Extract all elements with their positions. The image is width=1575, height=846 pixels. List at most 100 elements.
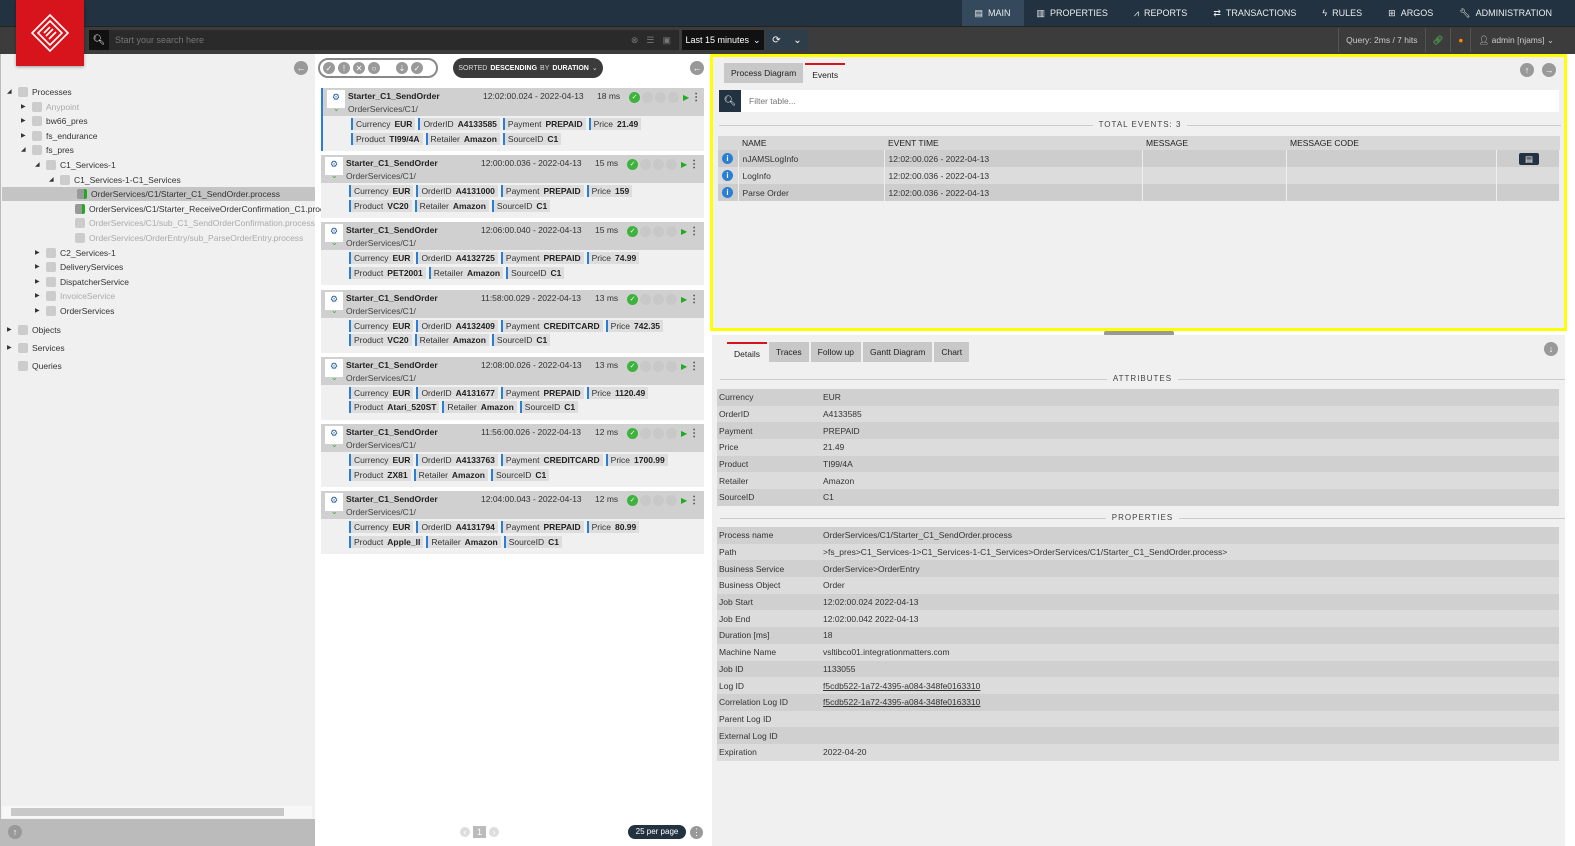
save-icon[interactable]: ▣ xyxy=(662,35,671,46)
tree-item[interactable]: Queries xyxy=(7,359,62,373)
pin-filter-icon[interactable]: ⇣ xyxy=(396,62,408,74)
horizontal-scrollbar[interactable] xyxy=(2,806,312,818)
tab-events[interactable]: Events xyxy=(805,63,846,83)
transaction-item[interactable]: ⚙ Starter_C1_SendOrder ⌄ OrderServices/C1/1… xyxy=(321,356,704,420)
refresh-icon[interactable]: ⟳ xyxy=(772,35,780,46)
tree-item[interactable]: ▶ InvoiceService xyxy=(35,289,115,303)
column-header[interactable]: MESSAGE CODE xyxy=(1286,136,1496,150)
collapse-left-button[interactable]: ← xyxy=(294,61,308,75)
tree-item[interactable]: OrderServices/C1/Starter_C1_SendOrder.pr… xyxy=(2,187,315,202)
chevron-down-icon[interactable]: ⌄ xyxy=(331,306,338,315)
caret-right-icon[interactable]: ▶ xyxy=(21,129,28,143)
column-header[interactable]: MESSAGE xyxy=(1142,136,1286,150)
transaction-item[interactable]: ⚙ Starter_C1_SendOrder ⌄ OrderServices/C1/1… xyxy=(321,491,704,555)
search-input[interactable] xyxy=(109,35,631,45)
caret-right-icon[interactable]: ▶ xyxy=(7,341,14,355)
tree-item[interactable]: ▶ Objects xyxy=(7,323,61,337)
more-icon[interactable]: ⋮ xyxy=(689,361,699,372)
clear-icon[interactable]: ⊗ xyxy=(631,35,639,46)
chevron-down-icon[interactable]: ⌄ xyxy=(331,440,338,449)
caret-right-icon[interactable]: ▶ xyxy=(35,304,42,318)
arrow-right-icon[interactable]: → xyxy=(1542,63,1556,77)
column-header[interactable]: NAME xyxy=(738,136,884,150)
tree-item[interactable]: ▶ C2_Services-1 xyxy=(35,246,116,260)
nav-transactions[interactable]: ⇄ TRANSACTIONS xyxy=(1200,0,1309,26)
event-row[interactable]: i Parse Order 12:02:00.036 - 2022-04-13 xyxy=(718,184,1560,201)
column-header[interactable]: EVENT TIME xyxy=(884,136,1142,150)
tree-item[interactable]: ◢ Processes xyxy=(7,85,72,99)
time-range-select[interactable]: Last 15 minutes ⌄ xyxy=(682,30,764,50)
link-icon[interactable]: 🔗︎ xyxy=(1424,28,1451,52)
chevron-down-icon[interactable]: ⌄ xyxy=(331,507,338,516)
tab-follow-up[interactable]: Follow up xyxy=(810,342,862,362)
play-icon[interactable]: ▶ xyxy=(681,362,687,371)
chevron-down-icon[interactable]: ⌄ xyxy=(331,171,338,180)
per-page-select[interactable]: 25 per page xyxy=(628,825,686,839)
more-options-button[interactable]: ⋮ xyxy=(690,826,703,839)
nav-main[interactable]: ▤ MAIN xyxy=(961,0,1024,26)
transaction-item[interactable]: ⚙ Starter_C1_SendOrder ⌄ OrderServices/C1/1… xyxy=(321,424,704,487)
tab-process-diagram[interactable]: Process Diagram xyxy=(724,63,804,83)
caret-right-icon[interactable]: ▶ xyxy=(35,246,42,260)
tree-item[interactable]: ▶ Services xyxy=(7,341,65,355)
caret-right-icon[interactable]: ▶ xyxy=(21,114,28,128)
logo[interactable] xyxy=(16,0,84,66)
play-icon[interactable]: ▶ xyxy=(681,160,687,169)
tree-item[interactable]: ◢ fs_pres xyxy=(21,143,74,157)
nav-reports[interactable]: ⩘ REPORTS xyxy=(1121,0,1200,26)
caret-right-icon[interactable]: ▶ xyxy=(35,289,42,303)
caret-right-icon[interactable]: ▶ xyxy=(7,323,14,337)
check-filter-icon[interactable]: ✓ xyxy=(411,62,423,74)
warning-filter-icon[interactable]: ! xyxy=(338,62,350,74)
transaction-item[interactable]: ⚙ Starter_C1_SendOrder ⌄ OrderServices/C1/1… xyxy=(321,88,704,151)
success-filter-icon[interactable]: ✓ xyxy=(323,62,335,74)
chevron-down-icon[interactable]: ⌄ xyxy=(793,35,801,46)
more-icon[interactable]: ⋮ xyxy=(689,226,699,237)
caret-down-icon[interactable]: ◢ xyxy=(49,173,56,187)
caret-right-icon[interactable]: ▶ xyxy=(35,260,42,274)
chevron-down-icon[interactable]: ⌄ xyxy=(331,238,338,247)
nav-properties[interactable]: ▥ PROPERTIES xyxy=(1024,0,1121,26)
tree-item[interactable]: OrderServices/C1/Starter_ReceiveOrderCon… xyxy=(75,202,337,216)
play-icon[interactable]: ▶ xyxy=(681,496,687,505)
tab-details[interactable]: Details xyxy=(727,342,767,362)
caret-right-icon[interactable]: ▶ xyxy=(21,100,28,114)
filter-table-input[interactable] xyxy=(741,96,860,106)
tree-item[interactable]: ▶ DispatcherService xyxy=(35,275,129,289)
tree-item[interactable]: ▶ OrderServices xyxy=(35,304,114,318)
caret-right-icon[interactable]: ▶ xyxy=(35,275,42,289)
tree-item[interactable]: ▶ DeliveryServices xyxy=(35,260,123,274)
tree-item[interactable]: ▶ Anypoint xyxy=(21,100,79,114)
nav-rules[interactable]: ϟ RULES xyxy=(1309,0,1375,26)
tree-item[interactable]: ▶ bw66_pres xyxy=(21,114,88,128)
prev-page-button[interactable]: ‹ xyxy=(460,827,470,837)
sort-button[interactable]: SORTED DESCENDING BY DURATION ⌄ xyxy=(453,58,603,78)
nav-administration[interactable]: 🔧︎ ADMINISTRATION xyxy=(1446,0,1565,26)
tree-item[interactable]: ◢ C1_Services-1-C1_Services xyxy=(49,173,181,187)
more-icon[interactable]: ⋮ xyxy=(689,294,699,305)
event-row[interactable]: i nJAMSLogInfo 12:02:00.026 - 2022-04-13 ▤ xyxy=(718,150,1560,167)
alert-icon[interactable]: ● xyxy=(1450,28,1470,52)
property-value[interactable]: f5cdb522-1a72-4395-a084-348fe0163310 xyxy=(821,693,1559,711)
caret-down-icon[interactable]: ◢ xyxy=(35,158,42,172)
tab-chart[interactable]: Chart xyxy=(934,342,970,362)
more-icon[interactable]: ⋮ xyxy=(689,495,699,506)
list-icon[interactable]: ☰ xyxy=(646,35,654,46)
error-filter-icon[interactable]: ✕ xyxy=(353,62,365,74)
running-filter-icon[interactable]: ○ xyxy=(368,62,380,74)
page-number[interactable]: 1 xyxy=(473,826,487,838)
search-icon[interactable]: 🔍︎ xyxy=(89,30,109,50)
caret-down-icon[interactable]: ◢ xyxy=(21,143,28,157)
document-icon[interactable]: ▤ xyxy=(1519,152,1539,165)
tab-gantt-diagram[interactable]: Gantt Diagram xyxy=(863,342,933,362)
play-icon[interactable]: ▶ xyxy=(681,295,687,304)
next-page-button[interactable]: › xyxy=(489,827,500,837)
tree-item[interactable]: ▶ fs_endurance xyxy=(21,129,98,143)
arrow-up-icon[interactable]: ↑ xyxy=(1520,63,1534,77)
chevron-down-icon[interactable]: ⌄ xyxy=(331,373,338,382)
user-menu[interactable]: 👤︎ admin [njams] ⌄ xyxy=(1470,28,1561,52)
arrow-down-icon[interactable]: ↓ xyxy=(1544,342,1558,356)
collapse-middle-button[interactable]: ← xyxy=(690,61,704,75)
scroll-up-button[interactable]: ↑ xyxy=(8,825,22,839)
more-icon[interactable]: ⋮ xyxy=(691,92,701,103)
